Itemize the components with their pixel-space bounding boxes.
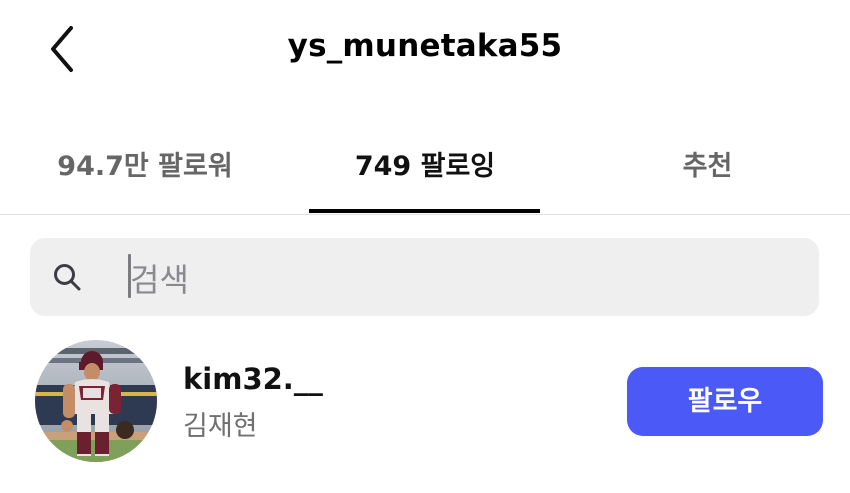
username[interactable]: kim32.__ — [183, 362, 323, 396]
full-name: 김재현 — [183, 411, 258, 442]
tab-following[interactable]: 749 팔로잉 — [310, 144, 540, 183]
list-item[interactable]: kim32.__ 김재현 팔로우 — [0, 338, 850, 468]
tab-bar: 94.7만 팔로워 749 팔로잉 추천 — [0, 130, 850, 215]
avatar[interactable] — [35, 340, 157, 462]
search-placeholder: 검색 — [130, 261, 189, 299]
header: ys_munetaka55 — [0, 0, 850, 100]
search-icon — [54, 264, 81, 291]
follow-button[interactable]: 팔로우 — [627, 367, 823, 436]
tab-followers[interactable]: 94.7만 팔로워 — [20, 144, 270, 183]
tab-suggested[interactable]: 추천 — [600, 144, 815, 183]
baseball-player-photo — [35, 340, 157, 462]
active-tab-indicator — [309, 209, 540, 213]
search-input[interactable]: 검색 — [30, 238, 819, 316]
page-title: ys_munetaka55 — [287, 28, 563, 64]
